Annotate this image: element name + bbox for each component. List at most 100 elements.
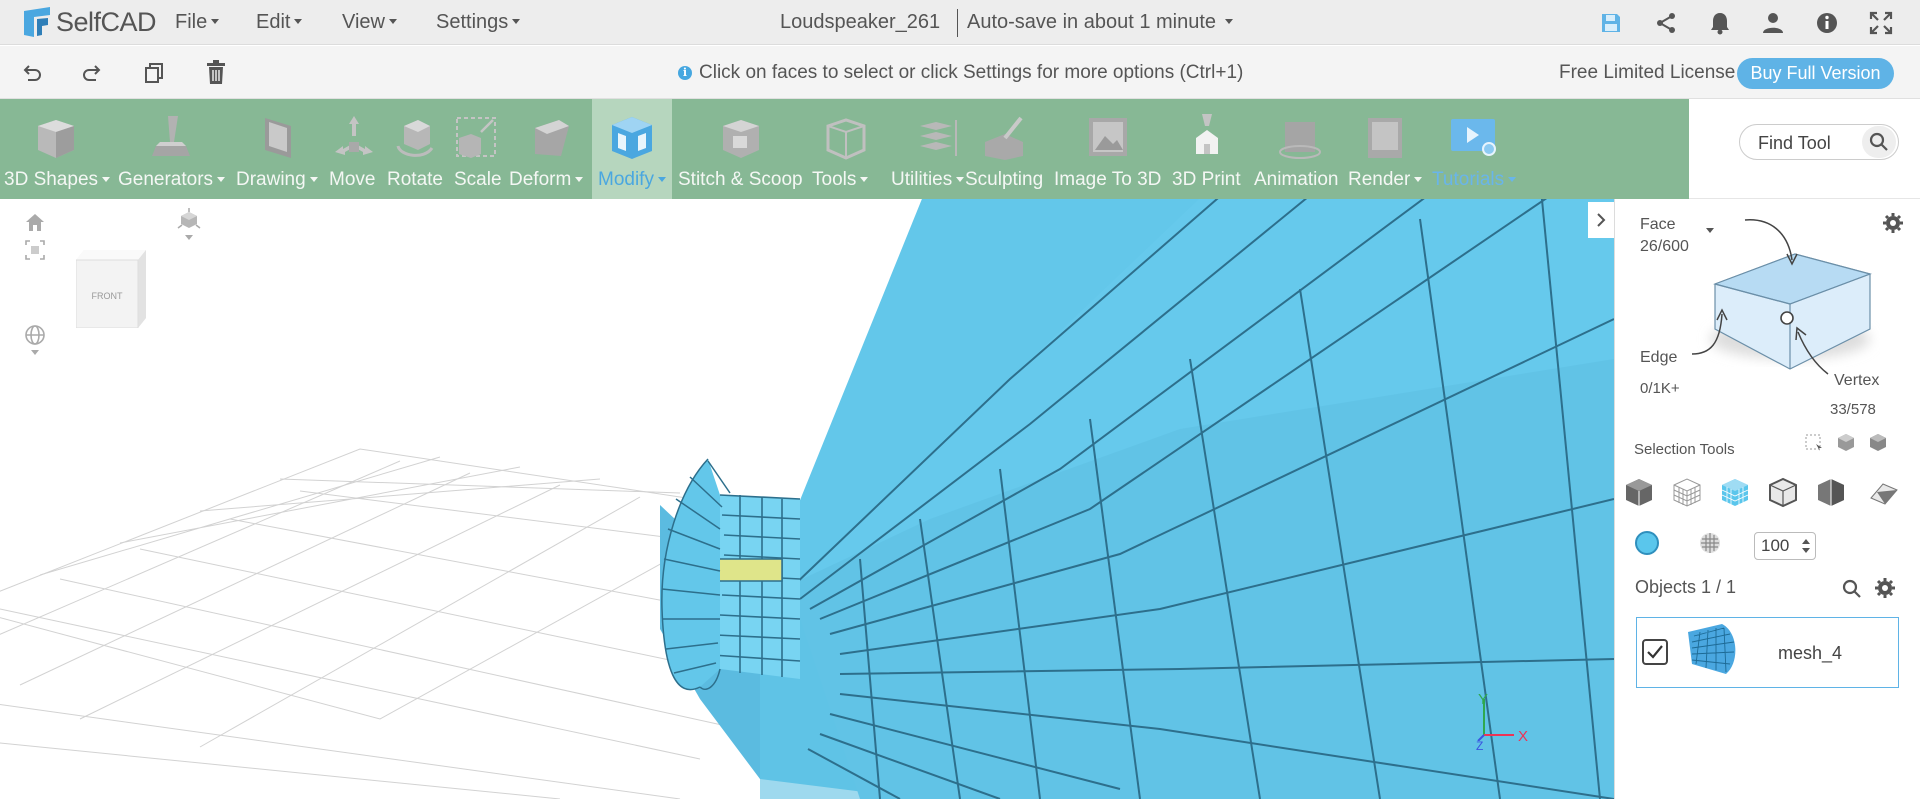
- select-solid-icon[interactable]: [1868, 432, 1888, 457]
- camera-mode-icon[interactable]: [176, 207, 202, 233]
- bell-icon[interactable]: [1707, 10, 1733, 36]
- copy-icon[interactable]: [141, 60, 167, 86]
- app-name: SelfCAD: [56, 6, 157, 37]
- gear-icon[interactable]: [1882, 212, 1904, 239]
- axis-y-label: Y: [1478, 691, 1489, 708]
- object-name: mesh_4: [1778, 643, 1843, 663]
- generator-icon: [145, 111, 197, 163]
- tool-image-to-3d[interactable]: Image To 3D: [1050, 99, 1166, 199]
- tool-3d-shapes-label: 3D Shapes: [4, 169, 99, 190]
- chevron-down-icon: [294, 19, 303, 24]
- grid-cube-icon[interactable]: [1718, 475, 1752, 509]
- gear-icon[interactable]: [1874, 577, 1896, 604]
- solid-cube-icon[interactable]: [1622, 475, 1656, 509]
- search-icon[interactable]: [1842, 579, 1862, 604]
- chevron-down-icon: [211, 19, 220, 24]
- vertex-mode-label[interactable]: Vertex: [1834, 372, 1879, 390]
- texture-icon[interactable]: [1698, 531, 1722, 560]
- plane-icon[interactable]: [1866, 475, 1900, 509]
- tool-deform-label: Deform: [509, 169, 572, 190]
- share-icon[interactable]: [1653, 10, 1679, 36]
- title-divider: [957, 9, 958, 37]
- buy-full-version-button[interactable]: Buy Full Version: [1737, 58, 1894, 89]
- tool-move[interactable]: Move: [326, 99, 382, 199]
- tool-sculpting-label: Sculpting: [965, 169, 1044, 190]
- autosave-status[interactable]: Auto-save in about 1 minute: [967, 0, 1234, 45]
- tool-deform[interactable]: Deform: [506, 99, 594, 199]
- selfcad-logo[interactable]: SelfCAD: [20, 4, 157, 40]
- home-icon[interactable]: [22, 209, 48, 235]
- menu-edit[interactable]: Edit: [256, 0, 303, 45]
- save-icon[interactable]: [1598, 10, 1624, 36]
- info-dot-icon: i: [678, 65, 692, 80]
- edge-mode-label[interactable]: Edge: [1640, 349, 1677, 367]
- tool-scale-label: Scale: [454, 169, 502, 190]
- project-title[interactable]: Loudspeaker_261: [780, 0, 940, 45]
- scene-canvas[interactable]: [0, 199, 1614, 799]
- edge-count: 0/1K+: [1640, 380, 1680, 397]
- cube-icon: [29, 111, 81, 163]
- menu-view[interactable]: View: [342, 0, 397, 45]
- info-icon[interactable]: [1814, 10, 1840, 36]
- chevron-down-icon: [389, 19, 397, 24]
- vertex-count: 33/578: [1830, 401, 1876, 418]
- find-tool-input[interactable]: [1758, 131, 1858, 155]
- face-mode-label[interactable]: Face: [1640, 216, 1676, 234]
- tool-tools[interactable]: Tools: [808, 99, 882, 199]
- selfcad-logo-icon: [24, 7, 50, 37]
- 3d-viewport[interactable]: FRONT Y X Z: [0, 199, 1614, 799]
- tool-tools-label: Tools: [812, 169, 857, 190]
- modify-icon: [606, 111, 658, 163]
- wireframe-cube-icon[interactable]: [1670, 475, 1704, 509]
- redo-icon[interactable]: [79, 60, 105, 86]
- menu-file[interactable]: File: [175, 0, 220, 45]
- tool-rotate[interactable]: Rotate: [384, 99, 446, 199]
- move-icon: [328, 111, 380, 163]
- tool-sculpting[interactable]: Sculpting: [962, 99, 1046, 199]
- selection-mode-diagram[interactable]: [1680, 214, 1880, 384]
- stepper-arrows-icon[interactable]: [1801, 537, 1811, 555]
- select-rectangle-icon[interactable]: [1804, 432, 1824, 457]
- outline-cube-icon[interactable]: [1766, 475, 1800, 509]
- tool-3d-shapes[interactable]: 3D Shapes: [0, 99, 111, 199]
- half-cube-icon[interactable]: [1814, 475, 1848, 509]
- opacity-input[interactable]: [1761, 536, 1797, 556]
- trash-icon[interactable]: [203, 60, 229, 86]
- color-picker-swatch[interactable]: [1635, 531, 1659, 555]
- search-icon[interactable]: [1862, 126, 1896, 158]
- tool-render[interactable]: Render: [1346, 99, 1424, 199]
- user-icon[interactable]: [1760, 10, 1786, 36]
- select-cube-icon[interactable]: [1836, 432, 1856, 457]
- chevron-down-icon: [512, 19, 521, 24]
- checkmark-icon: [1647, 645, 1663, 659]
- orbit-icon[interactable]: [22, 322, 48, 348]
- tool-tutorials[interactable]: Tutorials: [1428, 99, 1518, 199]
- tool-generators-label: Generators: [118, 169, 214, 190]
- tool-drawing[interactable]: Drawing: [232, 99, 324, 199]
- chevron-down-icon[interactable]: [22, 346, 48, 360]
- fit-view-icon[interactable]: [22, 237, 48, 263]
- tool-scale[interactable]: Scale: [448, 99, 504, 199]
- fullscreen-icon[interactable]: [1868, 10, 1894, 36]
- tools-icon: [819, 111, 871, 163]
- opacity-stepper[interactable]: [1754, 532, 1816, 560]
- collapse-panel-button[interactable]: [1588, 202, 1614, 238]
- chevron-down-icon: [1414, 176, 1423, 182]
- tool-modify-label: Modify: [598, 169, 654, 190]
- tool-image-to-3d-label: Image To 3D: [1054, 169, 1162, 190]
- action-bar: i Click on faces to select or click Sett…: [0, 46, 1920, 99]
- tool-animation[interactable]: Animation: [1250, 99, 1350, 199]
- view-cube[interactable]: [76, 248, 146, 328]
- tool-3d-print[interactable]: 3D Print: [1168, 99, 1246, 199]
- tool-stitch-scoop[interactable]: Stitch & Scoop: [676, 99, 804, 199]
- undo-icon[interactable]: [19, 60, 45, 86]
- tool-modify[interactable]: Modify: [592, 99, 672, 199]
- chevron-down-icon: [217, 176, 226, 182]
- chevron-down-icon: [309, 176, 318, 182]
- tool-animation-label: Animation: [1254, 169, 1339, 190]
- object-visibility-checkbox[interactable]: [1642, 639, 1668, 665]
- object-list-item[interactable]: [1636, 617, 1899, 688]
- tool-generators[interactable]: Generators: [114, 99, 228, 199]
- menu-settings[interactable]: Settings: [436, 0, 521, 45]
- chevron-down-icon[interactable]: [176, 231, 202, 245]
